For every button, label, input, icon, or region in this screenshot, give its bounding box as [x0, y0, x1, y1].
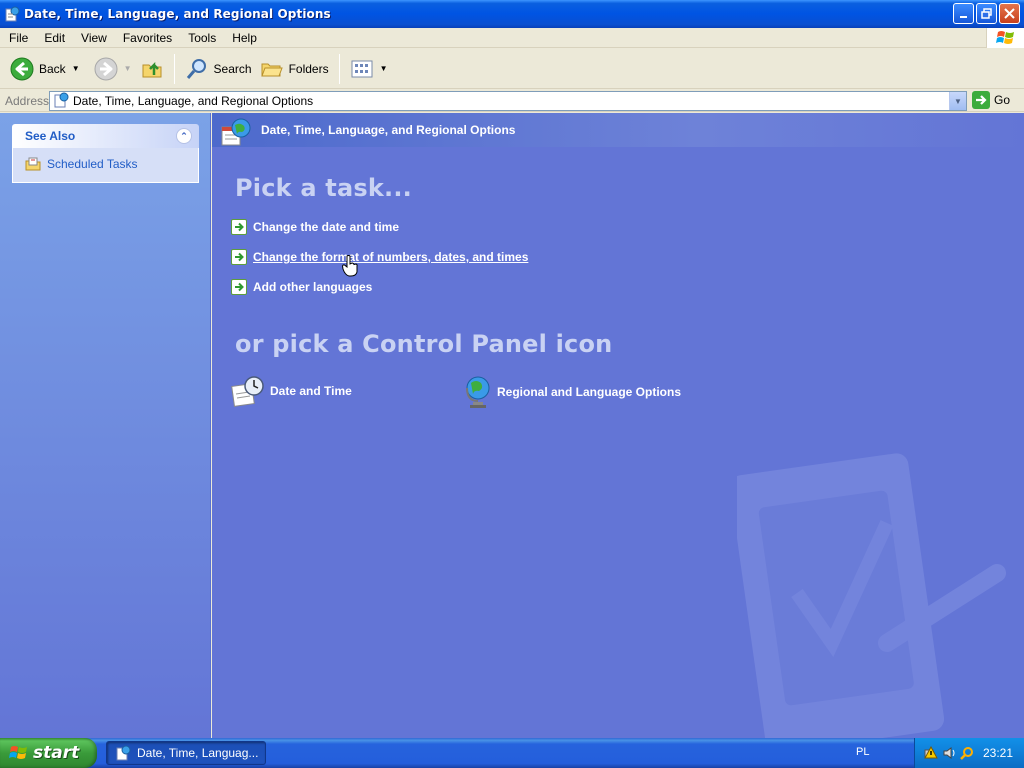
- category-title: Date, Time, Language, and Regional Optio…: [261, 123, 516, 137]
- menu-edit[interactable]: Edit: [36, 31, 73, 45]
- hand-cursor-icon: [341, 255, 358, 280]
- system-clock[interactable]: 23:21: [983, 746, 1013, 760]
- windows-logo-icon: [986, 28, 1024, 48]
- toolbar-separator: [338, 53, 340, 84]
- address-value: Date, Time, Language, and Regional Optio…: [73, 94, 314, 108]
- see-also-title: See Also: [25, 129, 76, 143]
- cp-icon-date-time[interactable]: Date and Time: [231, 375, 352, 407]
- minimize-icon: [959, 15, 967, 18]
- menu-view[interactable]: View: [73, 31, 115, 45]
- task-arrow-icon: [231, 249, 247, 265]
- task-arrow-icon: [231, 279, 247, 295]
- network-warning-icon[interactable]: [924, 746, 938, 760]
- watermark-checkmark-icon: [729, 443, 1007, 738]
- task-change-format[interactable]: Change the format of numbers, dates, and…: [231, 249, 528, 265]
- search-label: Search: [213, 61, 252, 76]
- task-add-languages[interactable]: Add other languages: [231, 279, 372, 295]
- go-arrow-icon: [972, 91, 990, 109]
- system-tray: 23:21: [914, 738, 1024, 768]
- category-header: Date, Time, Language, and Regional Optio…: [212, 113, 1024, 147]
- views-dropdown-icon[interactable]: ▼: [380, 64, 388, 73]
- menu-tools[interactable]: Tools: [180, 31, 224, 45]
- start-label: start: [33, 743, 80, 763]
- back-dropdown-icon[interactable]: ▼: [72, 64, 80, 73]
- control-panel-icon: [116, 745, 131, 761]
- see-also-header[interactable]: See Also ⌃: [12, 124, 199, 148]
- left-task-pane: See Also ⌃ Scheduled Tasks: [0, 113, 211, 738]
- collapse-chevron-icon[interactable]: ⌃: [176, 128, 192, 144]
- taskbar-window-button[interactable]: Date, Time, Languag...: [106, 741, 266, 765]
- forward-button[interactable]: ▼: [90, 52, 136, 86]
- windows-flag-icon: [9, 746, 27, 759]
- address-dropdown-button[interactable]: ▼: [949, 92, 966, 110]
- search-button[interactable]: Search: [181, 52, 256, 86]
- menu-favorites[interactable]: Favorites: [115, 31, 180, 45]
- search-icon: [186, 58, 206, 79]
- back-arrow-icon: [10, 57, 34, 80]
- cp-icon-label: Regional and Language Options: [497, 385, 682, 399]
- main-content: Date, Time, Language, and Regional Optio…: [212, 113, 1024, 738]
- up-folder-icon: [142, 61, 162, 77]
- pick-task-heading: Pick a task...: [235, 174, 412, 202]
- folders-label: Folders: [288, 61, 329, 76]
- see-also-item-label: Scheduled Tasks: [47, 157, 138, 171]
- toolbar-separator: [173, 53, 175, 84]
- start-button[interactable]: start: [0, 738, 97, 768]
- minimize-button[interactable]: [953, 3, 974, 24]
- task-label: Add other languages: [253, 280, 373, 294]
- restore-button[interactable]: [976, 3, 997, 24]
- window-title: Date, Time, Language, and Regional Optio…: [24, 7, 331, 21]
- menu-help[interactable]: Help: [224, 31, 265, 45]
- taskbar-window-label: Date, Time, Languag...: [137, 746, 259, 760]
- go-button[interactable]: Go: [972, 91, 1010, 109]
- folders-icon: [260, 63, 283, 76]
- address-bar: Address Date, Time, Language, and Region…: [0, 90, 1024, 112]
- control-panel-icon: [53, 92, 69, 111]
- volume-icon[interactable]: [942, 746, 956, 760]
- back-button[interactable]: Back ▼: [6, 52, 84, 86]
- address-input[interactable]: Date, Time, Language, and Regional Optio…: [49, 91, 967, 111]
- back-label: Back: [39, 61, 66, 76]
- menu-bar: File Edit View Favorites Tools Help: [0, 28, 1024, 48]
- cp-icon-label: Date and Time: [270, 384, 352, 398]
- pick-icon-heading: or pick a Control Panel icon: [235, 330, 613, 358]
- see-also-scheduled-tasks[interactable]: Scheduled Tasks: [25, 156, 186, 172]
- language-indicator[interactable]: PL: [856, 746, 869, 758]
- menu-file[interactable]: File: [0, 31, 36, 45]
- category-globe-icon: [220, 117, 254, 150]
- go-label: Go: [994, 93, 1011, 107]
- views-icon: [351, 60, 373, 77]
- cp-icon-regional-language[interactable]: Regional and Language Options: [464, 375, 681, 409]
- task-label: Change the date and time: [253, 220, 400, 234]
- date-time-icon: [231, 376, 264, 407]
- views-button[interactable]: ▼: [346, 52, 392, 86]
- task-arrow-icon: [231, 219, 247, 235]
- taskbar: start Date, Time, Languag... PL 23:21: [0, 738, 1024, 768]
- see-also-panel: See Also ⌃ Scheduled Tasks: [12, 124, 199, 183]
- forward-dropdown-icon[interactable]: ▼: [124, 64, 132, 73]
- close-icon: [1004, 8, 1015, 19]
- globe-icon: [466, 376, 490, 408]
- forward-arrow-icon: [94, 57, 118, 80]
- close-button[interactable]: [999, 3, 1020, 24]
- title-bar[interactable]: Date, Time, Language, and Regional Optio…: [0, 0, 1024, 28]
- control-panel-icon: [4, 6, 20, 22]
- restore-icon: [981, 8, 992, 19]
- folders-button[interactable]: Folders: [256, 52, 333, 86]
- scheduled-tasks-icon: [25, 157, 41, 171]
- search-tray-icon[interactable]: [960, 746, 974, 760]
- task-change-date-time[interactable]: Change the date and time: [231, 219, 399, 235]
- address-label: Address: [5, 93, 50, 108]
- task-label: Change the format of numbers, dates, and…: [253, 250, 529, 264]
- toolbar: Back ▼ ▼ Search Folders ▼: [0, 49, 1024, 89]
- up-folder-button[interactable]: [136, 52, 168, 86]
